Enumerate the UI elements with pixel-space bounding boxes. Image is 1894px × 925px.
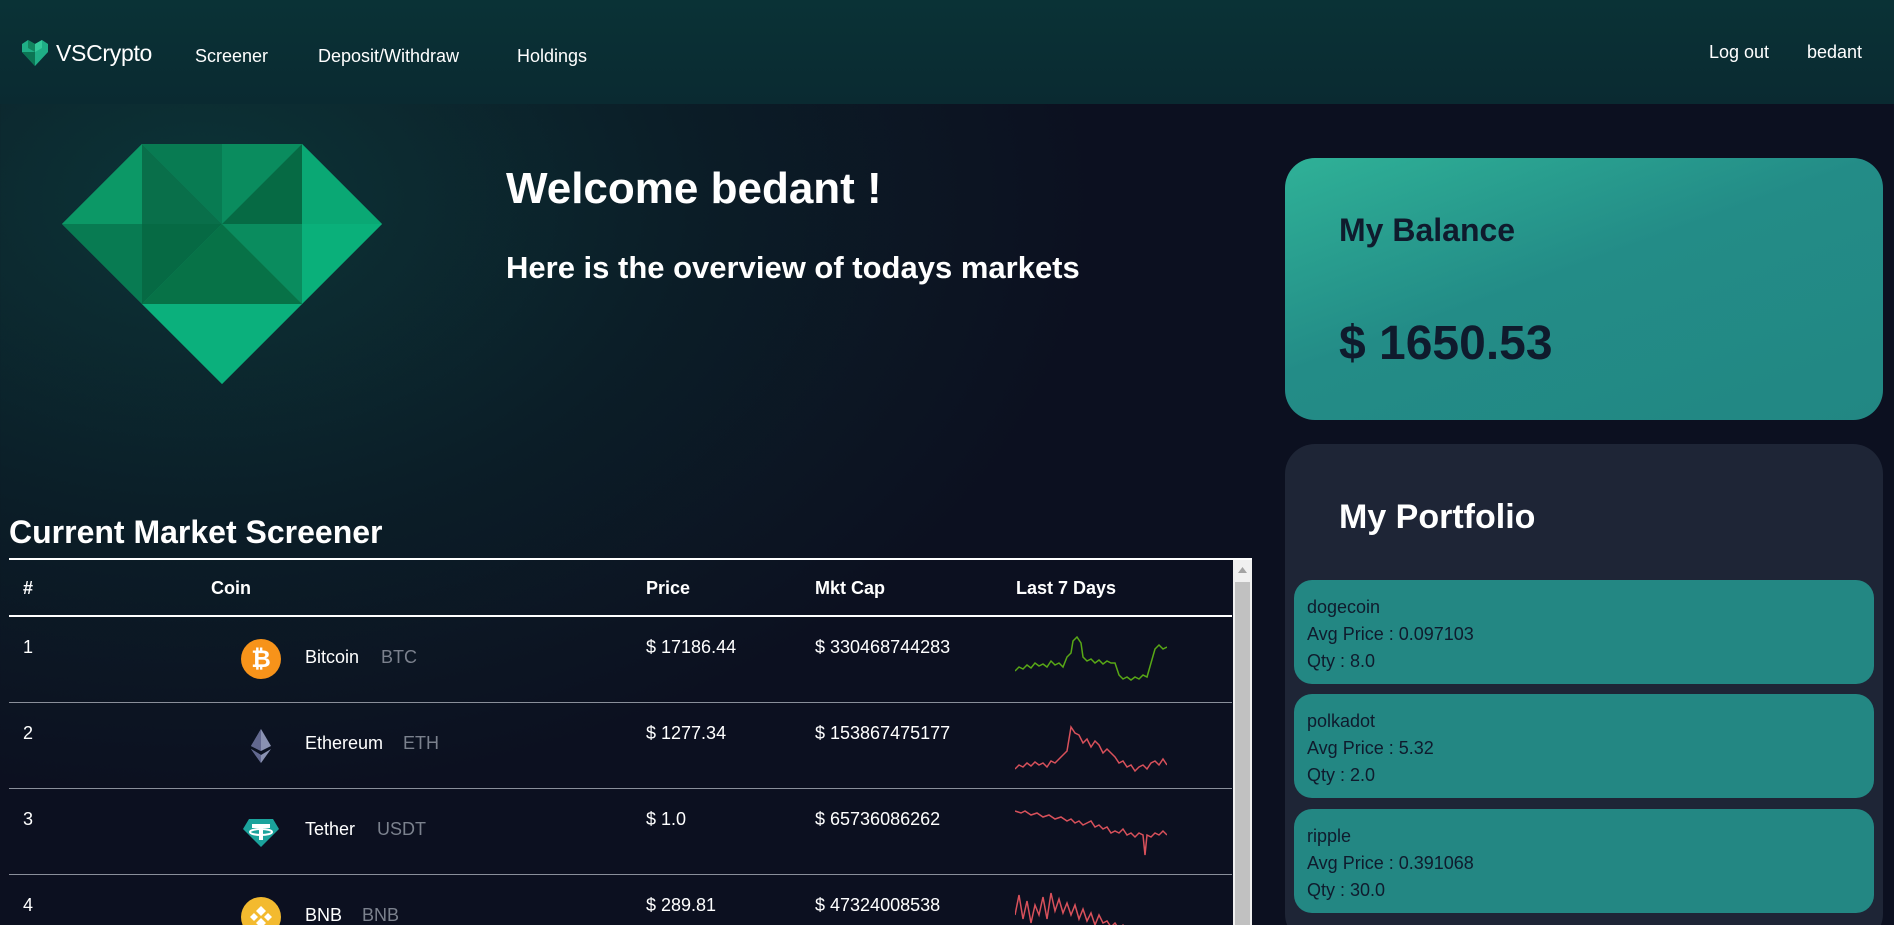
table-row[interactable]: 1 ₿ Bitcoin BTC $ 17186.44 $ 33046874428… — [9, 617, 1232, 703]
coin-mktcap: $ 153867475177 — [815, 723, 951, 743]
coin-symbol: BNB — [362, 905, 400, 925]
coin-name: Ethereum — [305, 733, 384, 753]
holding-qty: Qty : 30.0 — [1307, 880, 1386, 900]
brand-name: VSCrypto — [56, 39, 153, 66]
welcome-heading: Welcome bedant ! — [506, 164, 882, 213]
sparkline-chart — [1015, 635, 1167, 681]
row-rank: 4 — [23, 895, 34, 915]
brand[interactable]: VSCrypto — [20, 38, 152, 68]
sparkline-chart — [1015, 725, 1167, 773]
bitcoin-icon: ₿ — [241, 639, 281, 679]
balance-card: My Balance $ 1650.53 — [1285, 158, 1883, 420]
coin-price: $ 17186.44 — [646, 637, 737, 657]
holding-avg-price: Avg Price : 0.097103 — [1307, 624, 1474, 644]
holding-item-ripple[interactable]: ripple Avg Price : 0.391068 Qty : 30.0 — [1294, 809, 1874, 913]
holding-qty: Qty : 8.0 — [1307, 651, 1376, 671]
nav-holdings-link[interactable]: Holdings — [517, 46, 587, 67]
column-header-price: Price — [646, 578, 691, 598]
coin-symbol: USDT — [377, 819, 426, 839]
holding-avg-price: Avg Price : 5.32 — [1307, 738, 1434, 758]
navbar: VSCrypto Screener Deposit/Withdraw Holdi… — [0, 0, 1894, 104]
coin-mktcap: $ 65736086262 — [815, 809, 941, 829]
coin-price: $ 289.81 — [646, 895, 717, 915]
table-row[interactable]: 3 Tether USDT $ 1.0 $ 65736086262 — [9, 789, 1232, 875]
coin-symbol: ETH — [403, 733, 439, 753]
portfolio-card: My Portfolio dogecoin Avg Price : 0.0971… — [1285, 444, 1883, 925]
portfolio-title: My Portfolio — [1339, 498, 1536, 536]
holding-qty: Qty : 2.0 — [1307, 765, 1376, 785]
scroll-up-arrow-icon[interactable] — [1233, 560, 1252, 580]
vscrypto-logo-icon — [22, 40, 48, 66]
tether-icon — [243, 819, 279, 847]
table-row[interactable]: 2 Ethereum ETH $ 1277.34 $ 153867475177 — [9, 703, 1232, 789]
scrollbar-thumb[interactable] — [1235, 582, 1250, 925]
row-rank: 2 — [23, 723, 34, 743]
column-header-coin: Coin — [211, 578, 251, 598]
sparkline-chart — [1015, 810, 1167, 856]
column-header-rank: # — [23, 578, 34, 598]
holding-name: polkadot — [1307, 711, 1376, 731]
table-row[interactable]: 4 BNB BNB $ 289.81 $ 47324008538 — [9, 875, 1232, 925]
coin-price: $ 1.0 — [646, 809, 687, 829]
row-rank: 3 — [23, 809, 34, 829]
screener-title: Current Market Screener — [9, 514, 383, 550]
column-header-mktcap: Mkt Cap — [815, 578, 886, 598]
logout-link[interactable]: Log out — [1709, 42, 1769, 63]
sparkline-chart — [1015, 892, 1124, 925]
coin-price: $ 1277.34 — [646, 723, 727, 743]
coin-name: BNB — [305, 905, 343, 925]
coin-name: Tether — [305, 819, 356, 839]
row-rank: 1 — [23, 637, 34, 657]
coin-symbol: BTC — [381, 647, 417, 667]
coin-name: Bitcoin — [305, 647, 360, 667]
nav-screener-link[interactable]: Screener — [195, 46, 268, 67]
holding-item-dogecoin[interactable]: dogecoin Avg Price : 0.097103 Qty : 8.0 — [1294, 580, 1874, 684]
ethereum-icon — [251, 729, 271, 763]
username-link[interactable]: bedant — [1807, 42, 1862, 63]
holding-item-polkadot[interactable]: polkadot Avg Price : 5.32 Qty : 2.0 — [1294, 694, 1874, 798]
svg-text:₿: ₿ — [251, 645, 271, 673]
diamond-logo-icon — [62, 144, 382, 384]
balance-title: My Balance — [1339, 212, 1516, 248]
market-screener-table[interactable]: # Coin Price Mkt Cap Last 7 Days 1 ₿ Bit… — [9, 558, 1252, 925]
holding-name: ripple — [1307, 826, 1352, 846]
nav-deposit-withdraw-link[interactable]: Deposit/Withdraw — [318, 46, 459, 67]
coin-mktcap: $ 47324008538 — [815, 895, 941, 915]
overview-subtitle: Here is the overview of todays markets — [506, 250, 1080, 285]
holding-avg-price: Avg Price : 0.391068 — [1307, 853, 1474, 873]
table-scrollbar[interactable] — [1233, 560, 1252, 925]
bnb-icon — [241, 897, 281, 925]
column-header-last7days: Last 7 Days — [1016, 578, 1117, 598]
coin-mktcap: $ 330468744283 — [815, 637, 951, 657]
holding-name: dogecoin — [1307, 597, 1381, 617]
balance-value: $ 1650.53 — [1339, 317, 1553, 370]
